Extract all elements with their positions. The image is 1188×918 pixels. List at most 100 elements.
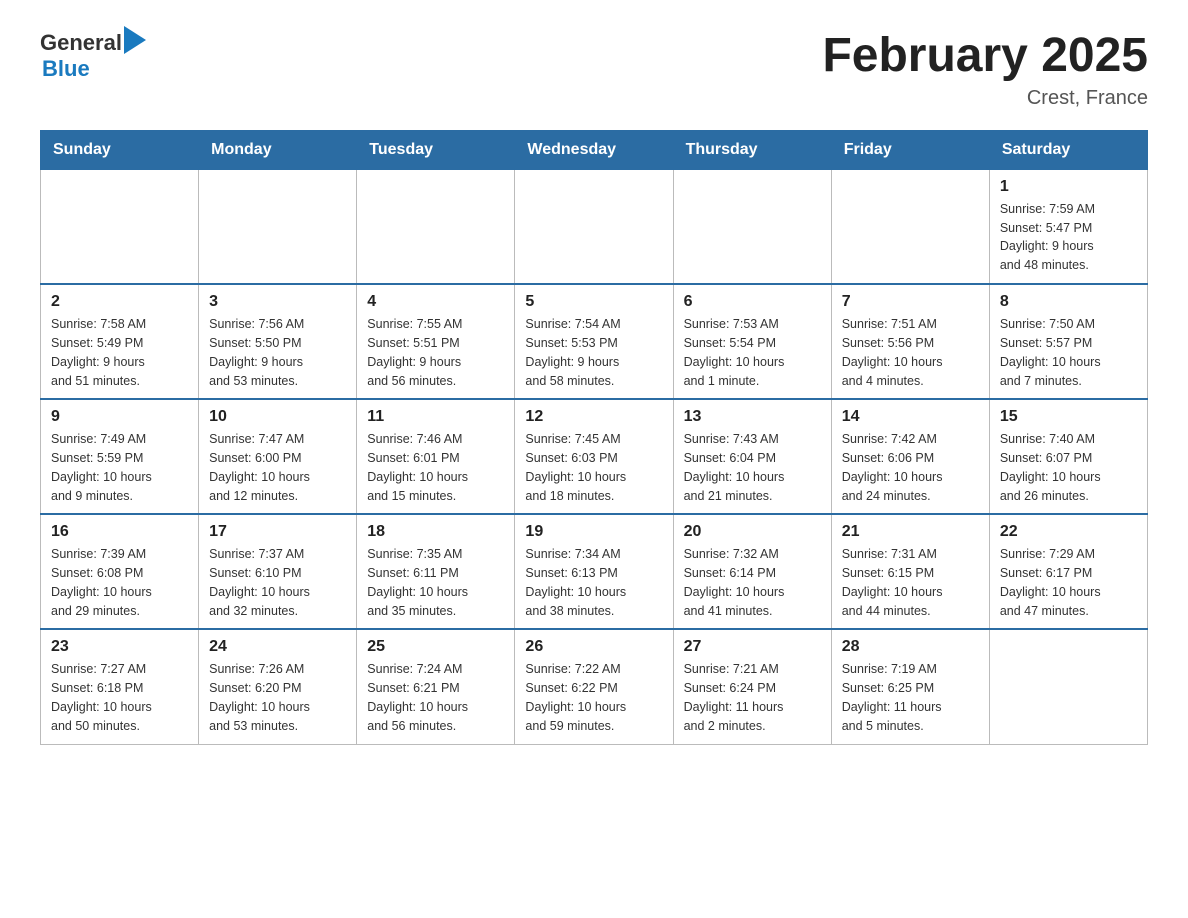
calendar-title: February 2025 (822, 30, 1148, 83)
day-info: Sunrise: 7:39 AMSunset: 6:08 PMDaylight:… (51, 545, 188, 620)
table-row (673, 169, 831, 284)
day-info: Sunrise: 7:37 AMSunset: 6:10 PMDaylight:… (209, 545, 346, 620)
day-info: Sunrise: 7:32 AMSunset: 6:14 PMDaylight:… (684, 545, 821, 620)
logo: General Blue (40, 30, 146, 82)
day-number: 25 (367, 638, 504, 656)
header-thursday: Thursday (673, 130, 831, 169)
header-wednesday: Wednesday (515, 130, 673, 169)
day-info: Sunrise: 7:24 AMSunset: 6:21 PMDaylight:… (367, 660, 504, 735)
table-row: 21 Sunrise: 7:31 AMSunset: 6:15 PMDayligh… (831, 514, 989, 629)
table-row: 26 Sunrise: 7:22 AMSunset: 6:22 PMDayligh… (515, 629, 673, 744)
day-number: 16 (51, 523, 188, 541)
table-row: 24Sunrise: 7:26 AMSunset: 6:20 PMDayligh… (199, 629, 357, 744)
day-info: Sunrise: 7:49 AMSunset: 5:59 PMDaylight:… (51, 430, 188, 505)
table-row (357, 169, 515, 284)
table-row (515, 169, 673, 284)
logo-arrow-icon (124, 26, 146, 54)
day-number: 9 (51, 408, 188, 426)
logo-general-text: General (40, 30, 122, 56)
table-row: 25 Sunrise: 7:24 AMSunset: 6:21 PMDayligh… (357, 629, 515, 744)
day-number: 20 (684, 523, 821, 541)
day-info: Sunrise: 7:46 AMSunset: 6:01 PMDaylight:… (367, 430, 504, 505)
day-number: 10 (209, 408, 346, 426)
table-row: 1 Sunrise: 7:59 AMSunset: 5:47 PMDaylight… (989, 169, 1147, 284)
table-row: 5Sunrise: 7:54 AMSunset: 5:53 PMDaylight… (515, 284, 673, 399)
table-row: 10 Sunrise: 7:47 AMSunset: 6:00 PMDayligh… (199, 399, 357, 514)
day-number: 5 (525, 293, 662, 311)
calendar-header-row: Sunday Monday Tuesday Wednesday Thursday… (41, 130, 1148, 169)
table-row: 4Sunrise: 7:55 AMSunset: 5:51 PMDaylight… (357, 284, 515, 399)
calendar-week-row: 2 Sunrise: 7:58 AMSunset: 5:49 PMDaylight… (41, 284, 1148, 399)
day-number: 12 (525, 408, 662, 426)
table-row: 9 Sunrise: 7:49 AMSunset: 5:59 PMDaylight… (41, 399, 199, 514)
page-header: General Blue February 2025 Crest, France (40, 30, 1148, 110)
table-row: 27 Sunrise: 7:21 AMSunset: 6:24 PMDayligh… (673, 629, 831, 744)
day-info: Sunrise: 7:19 AMSunset: 6:25 PMDaylight:… (842, 660, 979, 735)
day-number: 26 (525, 638, 662, 656)
day-number: 21 (842, 523, 979, 541)
table-row: 14 Sunrise: 7:42 AMSunset: 6:06 PMDayligh… (831, 399, 989, 514)
table-row: 15 Sunrise: 7:40 AMSunset: 6:07 PMDayligh… (989, 399, 1147, 514)
day-info: Sunrise: 7:35 AMSunset: 6:11 PMDaylight:… (367, 545, 504, 620)
day-info: Sunrise: 7:59 AMSunset: 5:47 PMDaylight:… (1000, 200, 1137, 275)
day-number: 22 (1000, 523, 1137, 541)
day-number: 23 (51, 638, 188, 656)
day-info: Sunrise: 7:27 AMSunset: 6:18 PMDaylight:… (51, 660, 188, 735)
day-number: 14 (842, 408, 979, 426)
day-number: 3 (209, 293, 346, 311)
table-row: 23 Sunrise: 7:27 AMSunset: 6:18 PMDayligh… (41, 629, 199, 744)
day-number: 6 (684, 293, 821, 311)
day-info: Sunrise: 7:47 AMSunset: 6:00 PMDaylight:… (209, 430, 346, 505)
day-info: Sunrise: 7:21 AMSunset: 6:24 PMDaylight:… (684, 660, 821, 735)
logo-blue-text: Blue (42, 56, 90, 82)
day-number: 13 (684, 408, 821, 426)
header-sunday: Sunday (41, 130, 199, 169)
calendar-subtitle: Crest, France (822, 87, 1148, 110)
day-info: Sunrise: 7:58 AMSunset: 5:49 PMDaylight:… (51, 315, 188, 390)
day-info: Sunrise: 7:34 AMSunset: 6:13 PMDaylight:… (525, 545, 662, 620)
day-info: Sunrise: 7:22 AMSunset: 6:22 PMDaylight:… (525, 660, 662, 735)
table-row: 7Sunrise: 7:51 AMSunset: 5:56 PMDaylight… (831, 284, 989, 399)
calendar-week-row: 23 Sunrise: 7:27 AMSunset: 6:18 PMDayligh… (41, 629, 1148, 744)
day-number: 8 (1000, 293, 1137, 311)
day-number: 17 (209, 523, 346, 541)
calendar-week-row: 16 Sunrise: 7:39 AMSunset: 6:08 PMDayligh… (41, 514, 1148, 629)
day-number: 1 (1000, 178, 1137, 196)
header-tuesday: Tuesday (357, 130, 515, 169)
header-friday: Friday (831, 130, 989, 169)
table-row: 18 Sunrise: 7:35 AMSunset: 6:11 PMDayligh… (357, 514, 515, 629)
table-row: 19Sunrise: 7:34 AMSunset: 6:13 PMDayligh… (515, 514, 673, 629)
day-number: 15 (1000, 408, 1137, 426)
table-row: 13 Sunrise: 7:43 AMSunset: 6:04 PMDayligh… (673, 399, 831, 514)
day-info: Sunrise: 7:40 AMSunset: 6:07 PMDaylight:… (1000, 430, 1137, 505)
day-number: 4 (367, 293, 504, 311)
day-info: Sunrise: 7:43 AMSunset: 6:04 PMDaylight:… (684, 430, 821, 505)
day-info: Sunrise: 7:42 AMSunset: 6:06 PMDaylight:… (842, 430, 979, 505)
day-info: Sunrise: 7:51 AMSunset: 5:56 PMDaylight:… (842, 315, 979, 390)
title-section: February 2025 Crest, France (822, 30, 1148, 110)
header-monday: Monday (199, 130, 357, 169)
table-row: 17 Sunrise: 7:37 AMSunset: 6:10 PMDayligh… (199, 514, 357, 629)
day-info: Sunrise: 7:31 AMSunset: 6:15 PMDaylight:… (842, 545, 979, 620)
calendar-week-row: 9 Sunrise: 7:49 AMSunset: 5:59 PMDaylight… (41, 399, 1148, 514)
table-row: 22Sunrise: 7:29 AMSunset: 6:17 PMDayligh… (989, 514, 1147, 629)
day-number: 2 (51, 293, 188, 311)
table-row: 16 Sunrise: 7:39 AMSunset: 6:08 PMDayligh… (41, 514, 199, 629)
table-row: 6 Sunrise: 7:53 AMSunset: 5:54 PMDaylight… (673, 284, 831, 399)
day-info: Sunrise: 7:45 AMSunset: 6:03 PMDaylight:… (525, 430, 662, 505)
day-info: Sunrise: 7:53 AMSunset: 5:54 PMDaylight:… (684, 315, 821, 390)
table-row: 12 Sunrise: 7:45 AMSunset: 6:03 PMDayligh… (515, 399, 673, 514)
day-number: 18 (367, 523, 504, 541)
table-row (989, 629, 1147, 744)
table-row: 2 Sunrise: 7:58 AMSunset: 5:49 PMDaylight… (41, 284, 199, 399)
table-row: 8Sunrise: 7:50 AMSunset: 5:57 PMDaylight… (989, 284, 1147, 399)
calendar-table: Sunday Monday Tuesday Wednesday Thursday… (40, 130, 1148, 745)
calendar-week-row: 1 Sunrise: 7:59 AMSunset: 5:47 PMDaylight… (41, 169, 1148, 284)
table-row (41, 169, 199, 284)
day-info: Sunrise: 7:56 AMSunset: 5:50 PMDaylight:… (209, 315, 346, 390)
table-row: 28Sunrise: 7:19 AMSunset: 6:25 PMDayligh… (831, 629, 989, 744)
day-number: 27 (684, 638, 821, 656)
logo-line1: General (40, 30, 146, 56)
header-saturday: Saturday (989, 130, 1147, 169)
day-number: 11 (367, 408, 504, 426)
